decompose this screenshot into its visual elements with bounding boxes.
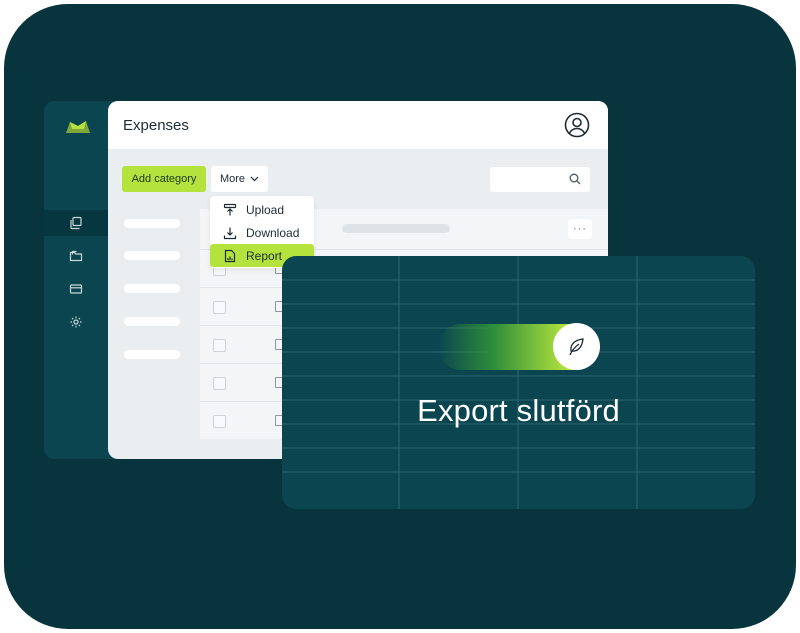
search-input[interactable]	[496, 170, 568, 190]
row-checkbox[interactable]	[213, 301, 226, 314]
logo-icon	[66, 121, 90, 133]
menu-item-label: Upload	[246, 202, 285, 217]
upload-icon	[223, 203, 237, 217]
download-icon	[223, 226, 237, 240]
menu-item-label: Download	[246, 225, 300, 240]
menu-item-upload[interactable]: Upload	[210, 198, 314, 221]
more-button[interactable]: More	[211, 166, 268, 192]
category-placeholder	[124, 317, 180, 326]
row-checkbox[interactable]	[213, 339, 226, 352]
category-placeholder	[124, 350, 180, 359]
category-placeholder	[124, 284, 180, 293]
report-icon	[223, 249, 237, 263]
row-menu-button[interactable]: ···	[568, 219, 592, 239]
leaf-icon	[568, 337, 584, 355]
row-checkbox[interactable]	[213, 377, 226, 390]
export-toggle-knob	[553, 323, 600, 370]
table-header-placeholder	[342, 224, 450, 233]
stack-icon[interactable]	[68, 215, 84, 231]
gear-icon[interactable]	[68, 314, 84, 330]
user-avatar-icon[interactable]	[564, 112, 590, 138]
card-icon[interactable]	[68, 281, 84, 297]
export-status-message: Export slutförd	[417, 393, 620, 428]
more-label: More	[219, 173, 246, 185]
chevron-down-icon	[250, 176, 259, 182]
menu-item-label: Report	[246, 248, 283, 263]
folder-icon[interactable]	[68, 248, 84, 264]
search-box[interactable]	[490, 167, 590, 192]
row-checkbox[interactable]	[213, 415, 226, 428]
category-placeholder	[124, 219, 180, 228]
menu-item-download[interactable]: Download	[210, 221, 314, 244]
category-placeholder	[124, 251, 180, 260]
page-title: Expenses	[123, 117, 189, 134]
grid-pattern	[282, 256, 755, 509]
export-complete-card: Export slutförd	[282, 256, 755, 509]
add-category-button[interactable]: Add category	[122, 166, 206, 192]
search-icon	[569, 173, 581, 185]
top-bar: Expenses	[108, 101, 608, 149]
